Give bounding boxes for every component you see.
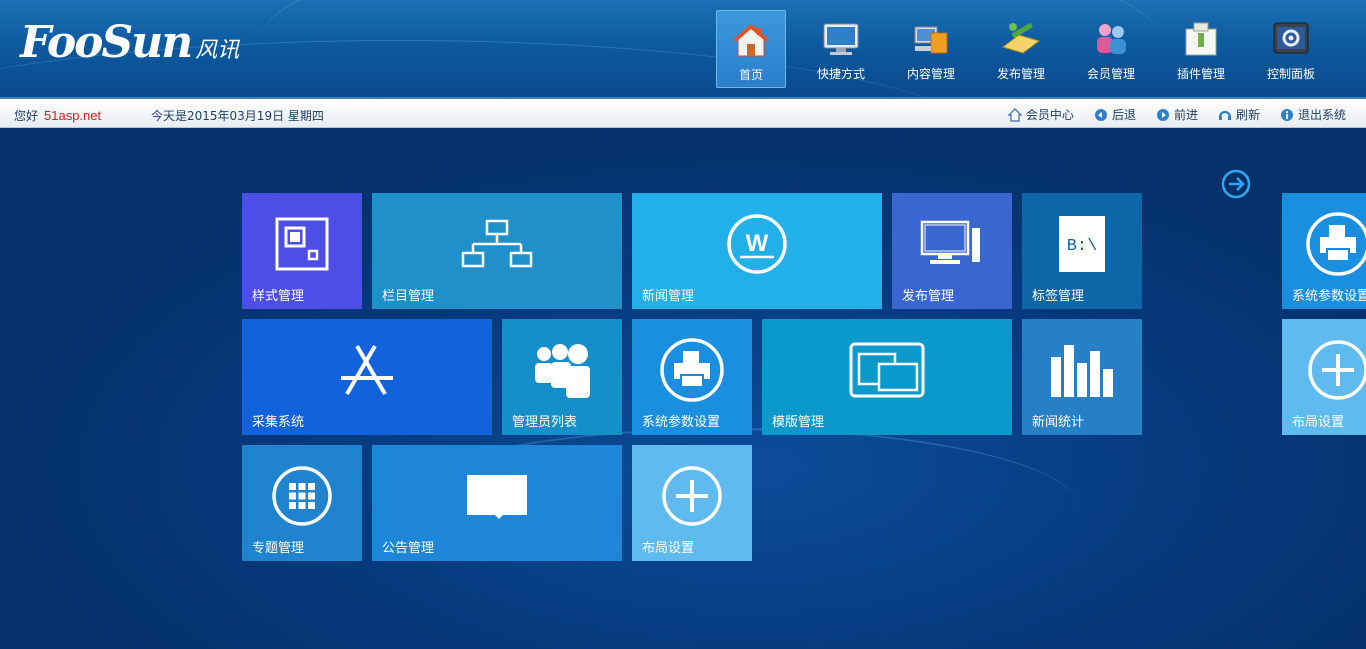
tile-label: 公告管理 (382, 541, 435, 556)
monitor-icon (823, 23, 859, 55)
tile-publish-management[interactable]: 发布管理 (892, 193, 1012, 309)
current-date: 今天是2015年03月19日 星期四 (151, 109, 324, 123)
forward-icon (1156, 108, 1169, 121)
tile-template-management[interactable]: 模版管理 (762, 319, 1012, 435)
svg-text:B:\: B:\ (1067, 237, 1098, 256)
tile-label: 采集系统 (252, 415, 305, 430)
tile-label: 系统参数设置 (1292, 289, 1366, 304)
refresh-icon (1218, 110, 1232, 120)
next-page-arrow-icon[interactable] (1221, 169, 1251, 199)
tile-column-management[interactable]: 栏目管理 (372, 193, 622, 309)
link-label: 后退 (1111, 108, 1136, 122)
toolbar-links: 会员中心 后退 前进 刷新 退出系统 (988, 106, 1346, 123)
tile-label: 布局设置 (1292, 415, 1345, 430)
home-icon (1007, 107, 1022, 122)
nav-label: 控制面板 (1266, 67, 1315, 81)
tile-label: 布局设置 (642, 541, 695, 556)
tile-news-statistics[interactable]: 新闻统计 (1022, 319, 1142, 435)
computer-icon (914, 26, 948, 54)
greeting-text: 您好 (14, 109, 39, 123)
refresh-link[interactable]: 刷新 (1218, 106, 1260, 123)
back-icon (1094, 108, 1107, 121)
logo-text: FooSun (20, 17, 193, 68)
tile-label: 模版管理 (772, 415, 825, 430)
card-icon (467, 475, 527, 520)
tile-tag-management[interactable]: B:\ 标签管理 (1022, 193, 1142, 309)
logout-link[interactable]: 退出系统 (1280, 106, 1346, 123)
tile-area: 样式管理 栏目管理 W 新闻管理 发布管理 B:\ 标签管理 采集系统 管理员列… (0, 128, 1366, 649)
control-panel-icon (1273, 22, 1309, 54)
top-nav: 首页 快捷方式 内容管理 发布管理 会员管理 插件管理 控制面板 (716, 10, 1346, 88)
nav-home[interactable]: 首页 (716, 10, 786, 88)
sitemap-icon (461, 219, 533, 268)
back-link[interactable]: 后退 (1094, 106, 1136, 123)
nav-label: 插件管理 (1176, 67, 1225, 81)
bar-chart-icon (1051, 345, 1113, 398)
logo: FooSun 风讯 (20, 18, 239, 68)
tile-label: 系统参数设置 (642, 415, 721, 430)
nav-control-panel[interactable]: 控制面板 (1256, 10, 1326, 88)
link-label: 会员中心 (1025, 108, 1074, 122)
publish-icon (1001, 22, 1041, 54)
tile-system-settings-2[interactable]: 系统参数设置 (1282, 193, 1366, 309)
tile-announcement-management[interactable]: 公告管理 (372, 445, 622, 561)
app-store-icon (341, 345, 393, 396)
news-icon: W (727, 214, 787, 274)
printer-icon (660, 338, 724, 402)
tile-news-management[interactable]: W 新闻管理 (632, 193, 882, 309)
svg-text:W: W (746, 230, 769, 257)
forward-link[interactable]: 前进 (1156, 106, 1198, 123)
username: 51asp.net (44, 108, 102, 123)
tile-collection-system[interactable]: 采集系统 (242, 319, 492, 435)
info-icon (1280, 108, 1293, 121)
greeting: 您好 51asp.net (14, 107, 101, 124)
tile-label: 管理员列表 (512, 415, 578, 430)
tile-style-management[interactable]: 样式管理 (242, 193, 362, 309)
link-label: 刷新 (1235, 108, 1260, 122)
link-label: 退出系统 (1297, 108, 1346, 122)
nav-publish[interactable]: 发布管理 (986, 10, 1056, 88)
grid-icon (272, 466, 332, 526)
home-icon (732, 24, 770, 57)
plus-icon (662, 466, 722, 526)
nav-label: 会员管理 (1086, 67, 1135, 81)
tile-label: 标签管理 (1032, 289, 1085, 304)
tile-layout-settings[interactable]: 布局设置 (632, 445, 752, 561)
link-label: 前进 (1173, 108, 1198, 122)
cmd-icon: B:\ (1059, 216, 1105, 273)
windows-icon (849, 342, 925, 398)
tile-label: 样式管理 (252, 289, 305, 304)
tile-label: 栏目管理 (382, 289, 435, 304)
plus-icon (1308, 340, 1366, 400)
nav-members[interactable]: 会员管理 (1076, 10, 1146, 88)
member-center-link[interactable]: 会员中心 (1007, 106, 1074, 123)
toolbar: 您好 51asp.net 今天是2015年03月19日 星期四 会员中心 后退 前… (0, 97, 1366, 128)
users-icon (1097, 24, 1126, 54)
nav-label: 快捷方式 (816, 67, 865, 81)
desktop-icon (920, 220, 980, 265)
users-icon (535, 344, 590, 399)
plugin-icon (1185, 22, 1217, 56)
tile-label: 新闻管理 (642, 289, 695, 304)
tile-label: 新闻统计 (1032, 415, 1085, 430)
tile-admin-list[interactable]: 管理员列表 (502, 319, 622, 435)
tile-layout-settings-2[interactable]: 布局设置 (1282, 319, 1366, 435)
nav-plugins[interactable]: 插件管理 (1166, 10, 1236, 88)
tile-topic-management[interactable]: 专题管理 (242, 445, 362, 561)
nav-content[interactable]: 内容管理 (896, 10, 966, 88)
header: FooSun 风讯 首页 快捷方式 内容管理 发布管理 会员管理 插件管理 控制… (0, 0, 1366, 97)
tile-system-settings[interactable]: 系统参数设置 (632, 319, 752, 435)
printer-icon (1306, 212, 1366, 276)
nav-shortcuts[interactable]: 快捷方式 (806, 10, 876, 88)
nav-label: 内容管理 (906, 67, 955, 81)
tile-label: 专题管理 (252, 541, 305, 556)
nav-label: 首页 (738, 68, 763, 82)
tile-label: 发布管理 (902, 289, 955, 304)
style-icon (275, 217, 329, 271)
nav-label: 发布管理 (996, 67, 1045, 81)
logo-cn: 风讯 (195, 38, 240, 63)
